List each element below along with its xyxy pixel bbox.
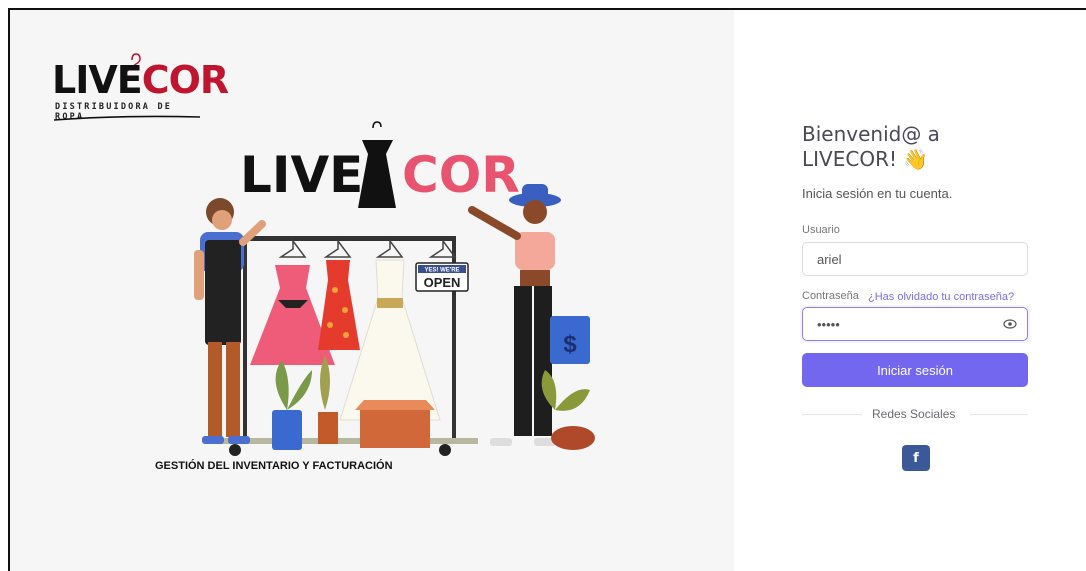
window-border [8, 8, 1086, 571]
